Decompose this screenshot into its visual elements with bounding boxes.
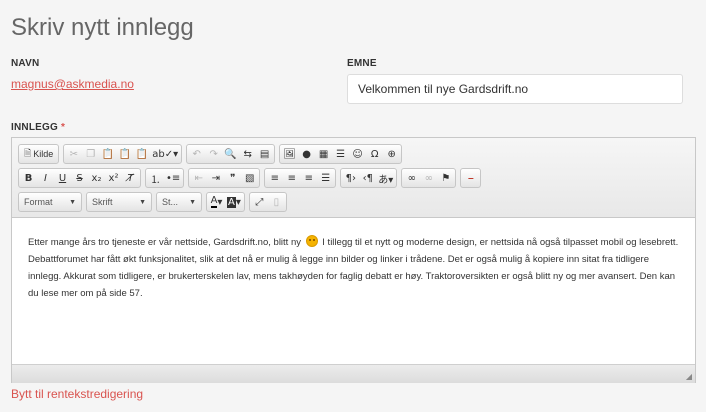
omega-icon[interactable]: Ω	[366, 145, 383, 163]
toolbar-group-lists: ⒈ •≡	[145, 168, 185, 188]
content-line-2: Debattforumet har fått økt funksjonalite…	[28, 254, 649, 265]
content-line: Etter mange års tro tjeneste er vår nett…	[28, 234, 681, 251]
toolbar-group-tools: ⤢ ▯	[248, 192, 287, 212]
blockquote-icon[interactable]: ❞	[224, 169, 241, 187]
italic-icon[interactable]: I	[37, 169, 54, 187]
smiley-icon[interactable]: ☺	[349, 145, 366, 163]
source-button[interactable]: 🗎 Kilde	[20, 145, 57, 163]
toolbar-group-links: ∞ ∞ ⚑	[401, 168, 457, 188]
chevron-down-icon: ▼	[139, 198, 146, 206]
paste-text-icon[interactable]: 📋	[116, 145, 133, 163]
image-icon[interactable]: 🖼	[281, 145, 298, 163]
toolbar-group-insert: 🖼 ● ▦ ☰ ☺ Ω ⊕	[279, 144, 403, 164]
numbered-list-icon[interactable]: ⒈	[147, 169, 164, 187]
select-all-icon[interactable]: ▤	[256, 145, 273, 163]
content-line1-start: Etter mange års tro tjeneste er vår nett…	[28, 237, 301, 248]
underline-icon[interactable]: U	[54, 169, 71, 187]
flash-icon[interactable]: ●	[298, 145, 315, 163]
content-line-3: innlegg. Akkurat som tidligere, er bruke…	[28, 271, 676, 282]
globe-icon[interactable]: ⊕	[383, 145, 400, 163]
paste-word-icon[interactable]: 📋	[133, 145, 150, 163]
toolbar-group-basic: B I U S x₂ x² T̸	[18, 168, 141, 188]
toolbar-group-clipboard: ✂ ❐ 📋 📋 📋 ab✓▾	[63, 144, 183, 164]
search-icon[interactable]: 🔍	[222, 145, 239, 163]
name-label: NAVN	[11, 58, 40, 69]
editor-bottom-bar: ◢	[12, 364, 695, 383]
page-title: Skriv nytt innlegg	[11, 14, 194, 41]
content-line-4: du lese mer om på side 57.	[28, 288, 143, 299]
redo-icon[interactable]: ↷	[205, 145, 222, 163]
bold-icon[interactable]: B	[20, 169, 37, 187]
smiley-icon	[305, 235, 318, 247]
toolbar-group-indent: ⇤ ⇥ ❞ ▧	[188, 168, 261, 188]
scissors-icon[interactable]: ✂	[65, 145, 82, 163]
toolbar-row-3: Format ▼ Skrift ▼ St... ▼ A ▾ A ▾ ⤢ ▯	[18, 192, 287, 212]
maximize-icon[interactable]: ⤢	[251, 193, 268, 211]
source-button-label: Kilde	[33, 149, 54, 159]
text-color-icon[interactable]: A ▾	[208, 193, 225, 211]
post-label: INNLEGG *	[11, 122, 65, 133]
switch-to-plaintext-link[interactable]: Bytt til rentekstredigering	[11, 387, 143, 401]
link-icon[interactable]: ∞	[403, 169, 420, 187]
post-label-text: INNLEGG	[11, 122, 58, 133]
toolbar-group-misc: ⎯	[460, 168, 482, 188]
align-center-icon[interactable]: ≡	[283, 169, 300, 187]
flag-icon[interactable]: ⚑	[437, 169, 454, 187]
size-dropdown[interactable]: St... ▼	[156, 192, 202, 212]
toolbar-group-direction: ¶› ‹¶ あ▾	[340, 168, 398, 188]
outdent-icon[interactable]: ⇤	[190, 169, 207, 187]
align-justify-icon[interactable]: ☰	[317, 169, 334, 187]
div-container-icon[interactable]: ▧	[241, 169, 258, 187]
size-dropdown-label: St...	[162, 197, 179, 207]
format-dropdown-label: Format	[24, 197, 53, 207]
align-right-icon[interactable]: ≡	[300, 169, 317, 187]
clipboard-icon[interactable]: 📋	[99, 145, 116, 163]
toolbar-group-colors: A ▾ A ▾	[206, 192, 245, 212]
language-icon[interactable]: あ▾	[376, 169, 395, 187]
bulleted-list-icon[interactable]: •≡	[164, 169, 182, 187]
editor-toolbar: 🗎 Kilde ✂ ❐ 📋 📋 📋 ab✓▾ ↶ ↷ 🔍 ⇆ ▤ 🖼 ● ▦ ☰…	[12, 138, 695, 218]
rich-text-editor: 🗎 Kilde ✂ ❐ 📋 📋 📋 ab✓▾ ↶ ↷ 🔍 ⇆ ▤ 🖼 ● ▦ ☰…	[11, 137, 696, 383]
copy-icon[interactable]: ❐	[82, 145, 99, 163]
document-icon: 🗎	[24, 148, 32, 158]
font-dropdown-label: Skrift	[92, 197, 113, 207]
ltr-icon[interactable]: ¶›	[342, 169, 359, 187]
align-left-icon[interactable]: ≡	[266, 169, 283, 187]
name-value-link[interactable]: magnus@askmedia.no	[11, 77, 134, 91]
toolbar-group-align: ≡ ≡ ≡ ☰	[264, 168, 337, 188]
strikethrough-icon[interactable]: S	[71, 169, 88, 187]
subscript-icon[interactable]: x₂	[88, 169, 105, 187]
table-icon[interactable]: ▦	[315, 145, 332, 163]
rtl-icon[interactable]: ‹¶	[359, 169, 376, 187]
content-line1-end: I tillegg til et nytt og moderne design,…	[322, 237, 679, 248]
toolbar-group-history: ↶ ↷ 🔍 ⇆ ▤	[186, 144, 276, 164]
replace-icon[interactable]: ⇆	[239, 145, 256, 163]
undo-icon[interactable]: ↶	[188, 145, 205, 163]
subject-label: EMNE	[347, 58, 377, 69]
subject-input[interactable]	[347, 74, 683, 104]
indent-icon[interactable]: ⇥	[207, 169, 224, 187]
background-color-icon[interactable]: A ▾	[225, 193, 243, 211]
font-dropdown[interactable]: Skrift ▼	[86, 192, 152, 212]
toolbar-row-1: 🗎 Kilde ✂ ❐ 📋 📋 📋 ab✓▾ ↶ ↷ 🔍 ⇆ ▤ 🖼 ● ▦ ☰…	[18, 144, 403, 164]
remove-format-icon[interactable]: T̸	[122, 169, 139, 187]
chevron-down-icon: ▼	[69, 198, 76, 206]
format-dropdown[interactable]: Format ▼	[18, 192, 82, 212]
toolbar-row-2: B I U S x₂ x² T̸ ⒈ •≡ ⇤ ⇥ ❞ ▧ ≡ ≡ ≡ ☰ ¶›…	[18, 168, 482, 188]
chevron-down-icon: ▼	[189, 198, 196, 206]
horizontal-line-icon[interactable]: ☰	[332, 145, 349, 163]
toolbar-group-source: 🗎 Kilde	[18, 144, 60, 164]
resize-handle-icon[interactable]: ◢	[686, 372, 692, 381]
show-blocks-icon[interactable]: ▯	[268, 193, 285, 211]
spellcheck-icon[interactable]: ab✓▾	[150, 145, 180, 163]
unlink-icon[interactable]: ∞	[420, 169, 437, 187]
page-break-icon[interactable]: ⎯	[462, 169, 479, 187]
superscript-icon[interactable]: x²	[105, 169, 122, 187]
required-marker: *	[60, 122, 66, 133]
editor-content-area[interactable]: Etter mange års tro tjeneste er vår nett…	[12, 218, 695, 364]
